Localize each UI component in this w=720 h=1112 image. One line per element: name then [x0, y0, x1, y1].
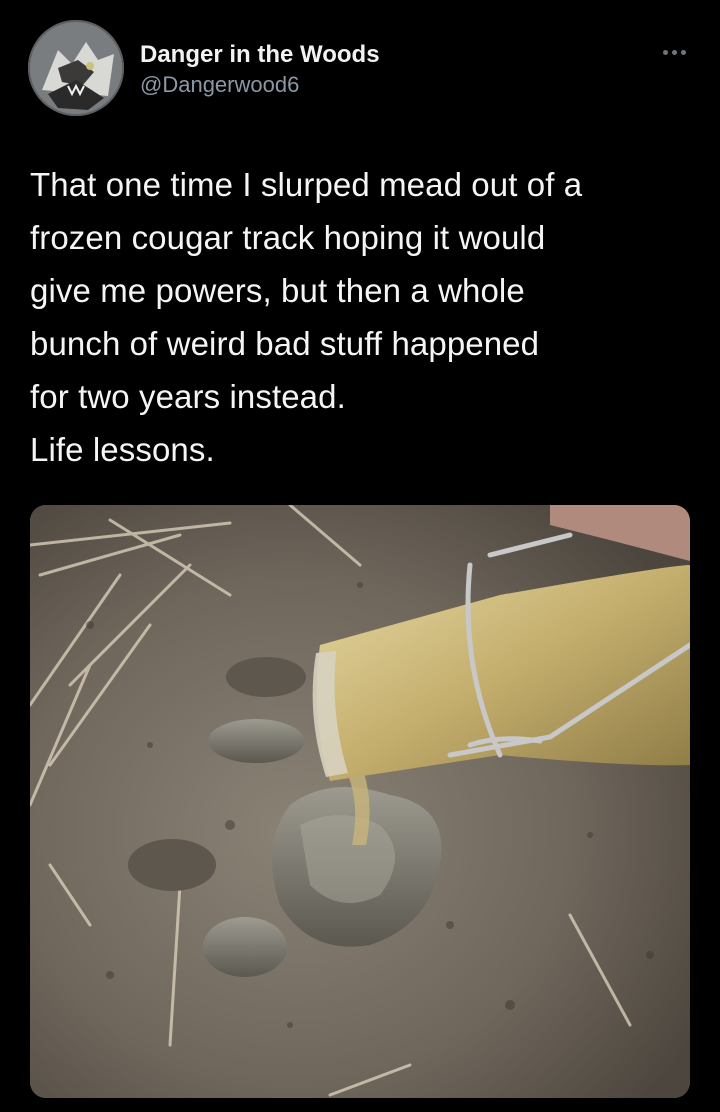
photo-mead-poured-into-cougar-track — [30, 505, 690, 1098]
author-display-name[interactable]: Danger in the Woods — [140, 40, 380, 70]
tweet-text: That one time I slurped mead out of a fr… — [30, 166, 583, 468]
avatar[interactable] — [28, 20, 124, 116]
tweet-header: Danger in the Woods @Dangerwood6 — [28, 20, 692, 118]
dot — [671, 49, 677, 55]
more-options-icon[interactable] — [656, 42, 692, 62]
tweet-card: Danger in the Woods @Dangerwood6 That on… — [0, 0, 720, 1112]
author-names: Danger in the Woods @Dangerwood6 — [140, 40, 380, 100]
dot — [680, 49, 686, 55]
tweet-photo[interactable] — [30, 505, 690, 1098]
dot — [662, 49, 668, 55]
wolf-head-avatar-icon — [28, 20, 124, 116]
author-handle[interactable]: @Dangerwood6 — [140, 70, 380, 100]
